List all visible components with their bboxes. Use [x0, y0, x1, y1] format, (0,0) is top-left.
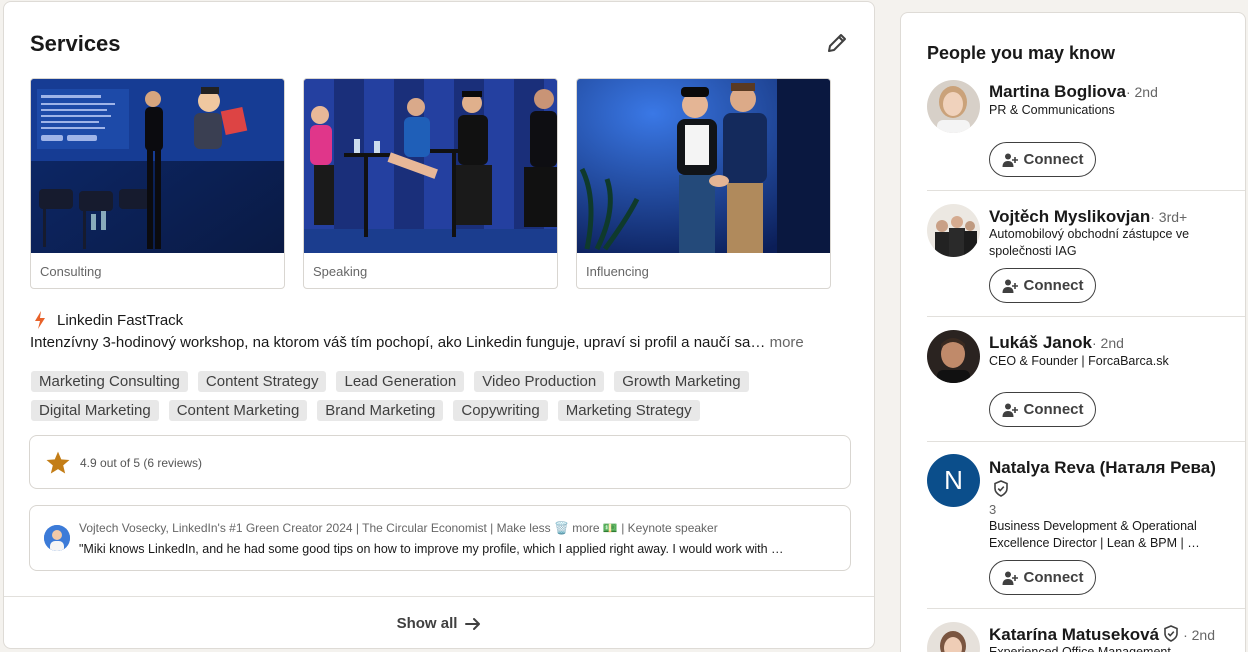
rating-text: 4.9 out of 5 (6 reviews)	[80, 456, 203, 470]
service-tag: Video Production	[474, 371, 605, 392]
star-icon	[46, 451, 70, 474]
person-headline: Business Development & Operational Excel…	[989, 519, 1200, 550]
connect-button[interactable]: Connect	[989, 392, 1096, 427]
person-name[interactable]: Lukáš Janok· 2nd	[989, 333, 1124, 353]
service-tag: Brand Marketing	[317, 400, 444, 421]
people-title: People you may know	[927, 43, 1116, 63]
connection-degree: 3	[989, 502, 997, 517]
verified-shield-icon	[994, 480, 1008, 497]
connect-button[interactable]: Connect	[989, 142, 1096, 177]
connect-button[interactable]: Connect	[989, 268, 1096, 303]
offer-title: Linkedin FastTrack	[57, 311, 184, 329]
person-headline: PR & Communications	[989, 103, 1115, 117]
person-name-text[interactable]: Vojtěch Myslikovjan	[989, 207, 1150, 226]
consulting-photo	[31, 79, 284, 253]
rating-box[interactable]: 4.9 out of 5 (6 reviews)	[29, 435, 851, 489]
service-tag: Digital Marketing	[31, 400, 159, 421]
show-all-label: Show all	[396, 615, 458, 632]
add-person-icon	[1002, 153, 1018, 167]
review-quote: "Miki knows LinkedIn, and he had some go…	[79, 542, 784, 556]
service-tag: Marketing Consulting	[31, 371, 188, 392]
divider	[927, 190, 1245, 191]
see-more-link[interactable]: more	[770, 334, 804, 351]
service-tag: Copywriting	[453, 400, 548, 421]
connection-degree: · 2nd	[1125, 84, 1158, 100]
add-person-icon	[1002, 279, 1018, 293]
person-name-text[interactable]: Natalya Reva (Наталя Рева)	[989, 458, 1216, 477]
people-you-may-know-card: People you may know Martina Bogliova· 2n…	[900, 12, 1246, 652]
service-tag: Content Marketing	[168, 400, 308, 421]
divider	[927, 441, 1245, 442]
add-person-icon	[1002, 571, 1018, 585]
influencing-photo	[577, 79, 830, 253]
person-name-text[interactable]: Martina Bogliova	[989, 82, 1126, 101]
arrow-right-icon	[465, 617, 481, 630]
person-name-text[interactable]: Katarína Matuseková	[989, 625, 1159, 644]
connect-label: Connect	[1023, 401, 1084, 418]
person-headline: Automobilový obchodní zástupce ve společ…	[989, 227, 1190, 258]
person-name[interactable]: Natalya Reva (Наталя Рева)	[989, 457, 1229, 501]
service-tile-influencing[interactable]: Influencing	[576, 78, 831, 289]
person-name[interactable]: Katarína Matuseková · 2nd	[989, 625, 1215, 645]
review-box[interactable]: Vojtech Vosecky, LinkedIn's #1 Green Cre…	[29, 505, 851, 571]
person-avatar[interactable]	[927, 204, 980, 257]
reviewer-headline: Vojtech Vosecky, LinkedIn's #1 Green Cre…	[79, 521, 718, 535]
verified-shield-icon	[1164, 625, 1178, 642]
connect-label: Connect	[1023, 569, 1084, 586]
tile-label: Influencing	[586, 264, 649, 279]
lightning-icon	[35, 311, 45, 329]
show-all-services-button[interactable]: Show all	[4, 597, 874, 648]
tile-label: Consulting	[40, 264, 102, 279]
person-name[interactable]: Martina Bogliova· 2nd	[989, 82, 1158, 102]
offer-description: Intenzívny 3-hodinový workshop, na ktoro…	[30, 334, 804, 351]
reviewer-avatar	[44, 525, 70, 551]
divider	[927, 608, 1245, 609]
tile-label: Speaking	[313, 264, 368, 279]
offer-description-text: Intenzívny 3-hodinový workshop, na ktoro…	[30, 334, 766, 351]
connection-degree: · 2nd	[1183, 627, 1215, 643]
person-avatar[interactable]	[927, 80, 980, 133]
add-person-icon	[1002, 403, 1018, 417]
connection-degree: · 3rd+	[1150, 209, 1188, 225]
person-headline: CEO & Founder | ForcaBarca.sk	[989, 354, 1169, 368]
connect-label: Connect	[1023, 151, 1084, 168]
service-tag: Lead Generation	[336, 371, 465, 392]
service-tag: Content Strategy	[197, 371, 327, 392]
service-tile-consulting[interactable]: Consulting	[30, 78, 285, 289]
connect-label: Connect	[1023, 277, 1084, 294]
person-avatar[interactable]	[927, 330, 980, 383]
connect-button[interactable]: Connect	[989, 560, 1096, 595]
divider	[927, 316, 1245, 317]
services-title: Services	[30, 31, 121, 56]
pencil-icon	[828, 34, 846, 52]
service-tags: Marketing Consulting Content Strategy Le…	[31, 371, 791, 421]
edit-services-button[interactable]	[822, 28, 852, 58]
avatar-initial: N	[944, 465, 963, 495]
services-card: Services Consulting Speaking Influencing…	[3, 1, 875, 649]
person-name-text[interactable]: Lukáš Janok	[989, 333, 1092, 352]
service-tag: Marketing Strategy	[557, 400, 700, 421]
service-tile-speaking[interactable]: Speaking	[303, 78, 558, 289]
person-headline: Experienced Office Management	[989, 645, 1171, 652]
offer-title-row: Linkedin FastTrack	[33, 311, 183, 329]
person-name[interactable]: Vojtěch Myslikovjan· 3rd+	[989, 207, 1187, 227]
person-avatar-initial[interactable]: N	[927, 454, 980, 507]
speaking-photo	[304, 79, 557, 253]
person-avatar[interactable]	[927, 622, 980, 652]
service-tag: Growth Marketing	[614, 371, 749, 392]
connection-degree: · 2nd	[1092, 335, 1124, 351]
